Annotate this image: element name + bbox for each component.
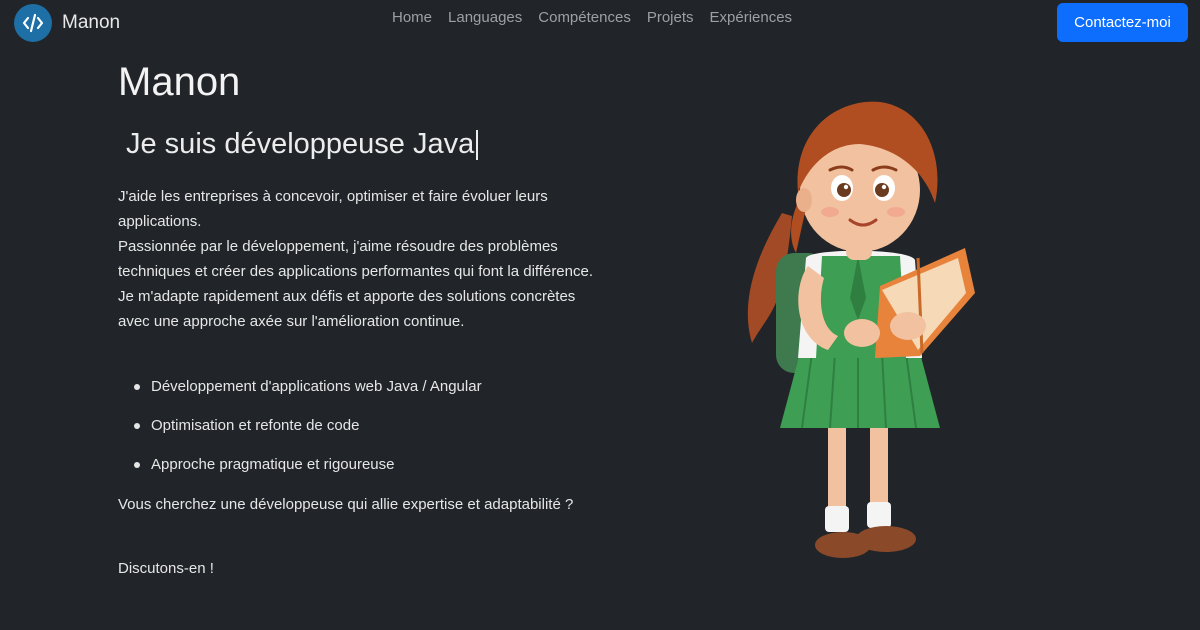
list-item: Développement d'applications web Java / … xyxy=(134,374,591,413)
cta-close: Discutons-en ! xyxy=(118,560,214,577)
intro-paragraph-2: Passionnée par le développement, j'aime … xyxy=(118,238,594,330)
list-item: Optimisation et refonte de code xyxy=(134,413,591,452)
code-slash-icon xyxy=(14,4,52,42)
nav-link-projets[interactable]: Projets xyxy=(647,9,694,26)
developer-illustration xyxy=(747,101,975,558)
list-item: Approche pragmatique et rigoureuse xyxy=(134,452,591,491)
brand-name: Manon xyxy=(62,12,121,33)
intro-paragraph-1: J'aide les entreprises à concevoir, opti… xyxy=(118,188,548,230)
navbar: Manon Home Languages Compétences Projets… xyxy=(0,0,1200,46)
contact-button[interactable]: Contactez-moi xyxy=(1057,3,1188,42)
nav-link-competences[interactable]: Compétences xyxy=(538,9,631,26)
hero-intro: J'aide les entreprises à concevoir, opti… xyxy=(118,184,598,334)
nav-link-experiences[interactable]: Expériences xyxy=(710,9,793,26)
nav-link-home[interactable]: Home xyxy=(392,9,432,26)
nav-menu: Home Languages Compétences Projets Expér… xyxy=(392,9,792,27)
hero-subtitle: Je suis développeuse Java xyxy=(126,128,479,161)
hero-title: Manon xyxy=(118,60,241,104)
typed-text: Je suis développeuse Java xyxy=(126,128,475,160)
feature-list: Développement d'applications web Java / … xyxy=(134,374,591,491)
cta-question: Vous cherchez une développeuse qui allie… xyxy=(118,496,574,513)
brand-link[interactable]: Manon xyxy=(14,4,120,42)
typing-caret xyxy=(476,129,479,160)
nav-link-languages[interactable]: Languages xyxy=(448,9,522,26)
